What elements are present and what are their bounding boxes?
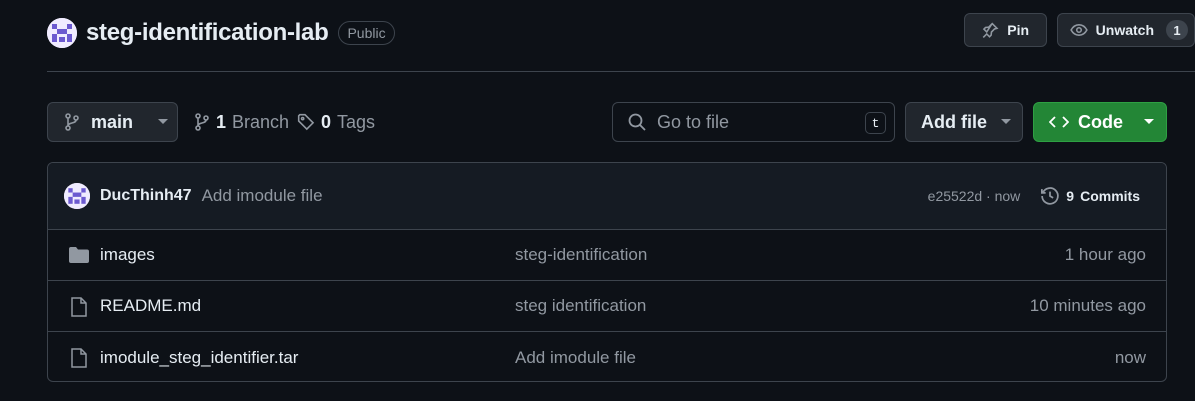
file-row[interactable]: images steg-identification 1 hour ago xyxy=(48,230,1166,281)
pin-label: Pin xyxy=(1007,22,1030,38)
tag-icon xyxy=(297,113,315,131)
tags-count: 0 xyxy=(321,111,332,132)
file-updated-time: now xyxy=(1114,347,1146,367)
header-actions: Pin Unwatch 1 xyxy=(963,13,1195,47)
unwatch-button[interactable]: Unwatch 1 xyxy=(1056,13,1195,47)
file-name[interactable]: imodule_steg_identifier.tar xyxy=(100,348,298,368)
watch-counter: 1 xyxy=(1166,20,1188,40)
commit-meta: e25522d · now 9 Commits xyxy=(928,163,1140,229)
visibility-badge: Public xyxy=(338,21,395,45)
file-browser: DucThinh47 Add imodule file e25522d · no… xyxy=(47,162,1167,382)
branch-name: main xyxy=(91,111,134,132)
commits-count: 9 xyxy=(1066,188,1075,204)
chevron-down-icon xyxy=(1144,119,1154,124)
chevron-down-icon xyxy=(1001,119,1011,124)
file-name[interactable]: images xyxy=(100,245,155,265)
code-button[interactable]: Code xyxy=(1033,102,1167,142)
file-icon xyxy=(71,348,87,368)
file-updated-time: 1 hour ago xyxy=(1064,245,1146,264)
code-label: Code xyxy=(1078,111,1123,132)
tags-label: Tags xyxy=(337,111,376,132)
pin-icon xyxy=(982,22,999,38)
branches-count: 1 xyxy=(216,111,227,132)
file-commit-message[interactable]: steg-identification xyxy=(515,245,647,265)
pin-button[interactable]: Pin xyxy=(963,13,1047,47)
repo-toolbar: main 1 Branch 0 Tags t Add f xyxy=(47,102,1167,142)
go-to-file-search[interactable]: t xyxy=(612,102,895,142)
commit-message[interactable]: Add imodule file xyxy=(202,186,323,206)
chevron-down-icon xyxy=(158,119,169,124)
eye-icon xyxy=(1069,24,1088,36)
commits-label: Commits xyxy=(1080,188,1140,204)
add-file-label: Add file xyxy=(921,111,987,132)
repo-header: steg-identification-lab Public Pin Unwat… xyxy=(47,13,1195,53)
keyboard-shortcut: t xyxy=(865,112,886,134)
branches-link[interactable]: 1 Branch xyxy=(194,102,289,142)
owner-avatar[interactable] xyxy=(47,18,77,48)
author-avatar[interactable] xyxy=(64,183,90,209)
search-icon xyxy=(628,113,646,131)
search-input[interactable] xyxy=(657,111,857,133)
branch-icon xyxy=(65,113,79,131)
file-commit-message[interactable]: Add imodule file xyxy=(515,348,636,368)
file-name[interactable]: README.md xyxy=(100,296,201,316)
tags-link[interactable]: 0 Tags xyxy=(297,102,375,142)
commits-history-link[interactable]: 9 Commits xyxy=(1040,186,1140,206)
history-icon xyxy=(1041,187,1060,205)
header-divider xyxy=(47,71,1195,72)
file-row[interactable]: README.md steg identification 10 minutes… xyxy=(48,281,1166,332)
repo-name[interactable]: steg-identification-lab xyxy=(86,19,329,47)
file-commit-message[interactable]: steg identification xyxy=(515,296,646,316)
unwatch-label: Unwatch xyxy=(1095,22,1154,38)
code-icon xyxy=(1049,116,1069,128)
file-row[interactable]: imodule_steg_identifier.tar Add imodule … xyxy=(48,332,1166,381)
branches-label: Branch xyxy=(232,111,290,132)
branch-icon xyxy=(195,113,209,131)
latest-commit-bar: DucThinh47 Add imodule file e25522d · no… xyxy=(48,163,1166,230)
repo-page: steg-identification-lab Public Pin Unwat… xyxy=(0,0,1195,401)
folder-icon xyxy=(69,247,89,263)
add-file-button[interactable]: Add file xyxy=(905,102,1023,142)
file-icon xyxy=(71,297,87,317)
file-updated-time: 10 minutes ago xyxy=(1029,296,1146,315)
commit-author[interactable]: DucThinh47 xyxy=(100,187,192,205)
commit-sha-time[interactable]: e25522d · now xyxy=(928,188,1021,204)
branch-selector[interactable]: main xyxy=(47,102,178,142)
